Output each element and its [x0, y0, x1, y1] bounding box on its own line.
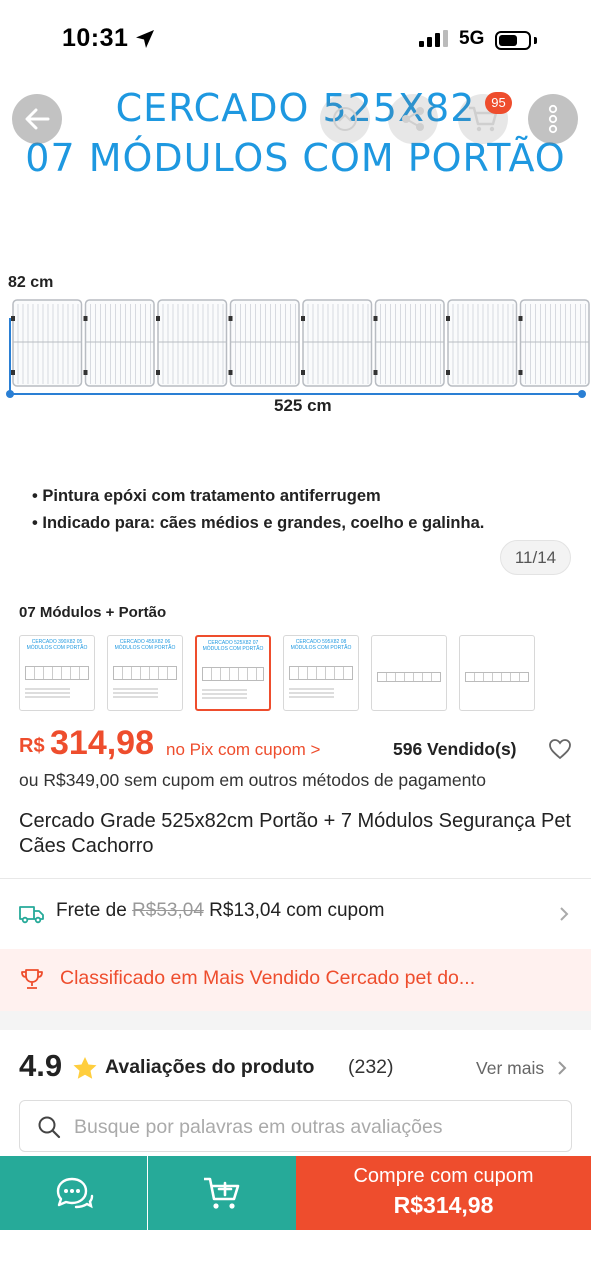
thumbnail-caption: CERCADO 390X82 05 MÓDULOS COM PORTÃO: [26, 639, 88, 651]
fence-clip: [156, 316, 160, 321]
add-to-cart-button[interactable]: [148, 1156, 296, 1230]
fence-clip: [518, 370, 523, 375]
variant-selected-label: 07 Módulos + Portão: [19, 604, 167, 621]
variant-thumbnail[interactable]: CERCADO 390X82 05 MÓDULOS COM PORTÃO: [19, 635, 95, 711]
buy-button-label: Compre com cupom: [353, 1165, 534, 1187]
fence-clip: [11, 370, 15, 375]
width-dimension-label: 525 cm: [274, 396, 332, 415]
signal-icon: [419, 30, 448, 47]
share-social-icon: [333, 107, 357, 131]
shipping-new-price: R$13,04 com cupom: [209, 900, 385, 921]
feature-bullets: Pintura epóxi com tratamento antiferruge…: [32, 487, 484, 541]
share-icon: [402, 107, 424, 131]
see-more-link[interactable]: Ver mais: [476, 1058, 544, 1079]
fence-clip: [518, 316, 523, 321]
sold-count: 596 Vendido(s): [393, 739, 517, 759]
fence-clip: [83, 316, 88, 321]
fence-clip: [83, 370, 88, 375]
rating-value: 4.9: [19, 1048, 63, 1083]
dimension-dot: [6, 390, 14, 398]
image-title-line2: 07 MÓDULOS COM PORTÃO: [25, 136, 566, 180]
cart-badge: 95: [485, 92, 512, 114]
fence-clip: [373, 316, 378, 321]
review-search-input[interactable]: [74, 1113, 554, 1141]
alternative-price: ou R$349,00 sem cupom em outros métodos …: [19, 770, 486, 790]
thumbnail-caption: CERCADO 525X82 07 MÓDULOS COM PORTÃO: [202, 640, 264, 652]
add-to-cart-icon: [204, 1177, 240, 1209]
price-value: 314,98: [50, 724, 154, 762]
variant-thumbnails: CERCADO 390X82 05 MÓDULOS COM PORTÃO CER…: [19, 635, 535, 711]
variant-thumbnail[interactable]: [371, 635, 447, 711]
fence-clip: [301, 316, 305, 321]
image-counter: 11/14: [500, 540, 571, 575]
variant-thumbnail[interactable]: CERCADO 595X82 08 MÓDULOS COM PORTÃO: [283, 635, 359, 711]
thumbnail-caption: CERCADO 595X82 08 MÓDULOS COM PORTÃO: [290, 639, 352, 651]
reviews-label: Avaliações do produto: [105, 1056, 315, 1078]
variant-thumbnail[interactable]: CERCADO 455X82 06 MÓDULOS COM PORTÃO: [107, 635, 183, 711]
fence-clip: [11, 316, 15, 321]
home-indicator-area: [0, 1230, 591, 1280]
battery-icon: [495, 31, 531, 50]
battery-tip: [534, 37, 537, 44]
shipping-text: Frete de R$53,04 R$13,04 com cupom: [56, 900, 385, 922]
buy-button-price: R$314,98: [393, 1192, 494, 1218]
chevron-right-icon: [558, 1061, 567, 1075]
fence-illustration: [6, 299, 590, 398]
network-type: 5G: [459, 28, 485, 49]
chat-icon: [56, 1177, 93, 1209]
pix-coupon-link[interactable]: no Pix com cupom >: [166, 740, 321, 760]
shipping-old-price: R$53,04: [132, 900, 204, 921]
fence-clip: [156, 370, 160, 375]
divider: [0, 878, 591, 879]
chevron-right-icon: [560, 907, 569, 921]
chat-button[interactable]: [0, 1156, 147, 1230]
truck-icon: [19, 906, 44, 924]
fence-clip: [373, 370, 378, 375]
fence-clip: [301, 370, 305, 375]
bottom-action-bar: Compre com cupom R$314,98: [0, 1156, 591, 1230]
more-vertical-icon: [548, 104, 558, 134]
fence-clip: [446, 316, 450, 321]
feature-bullet: Indicado para: cães médios e grandes, co…: [32, 514, 484, 533]
fence-clip: [228, 316, 233, 321]
height-dimension-label: 82 cm: [8, 274, 54, 291]
arrow-left-icon: [25, 108, 50, 130]
thumbnail-caption: CERCADO 455X82 06 MÓDULOS COM PORTÃO: [114, 639, 176, 651]
shipping-prefix: Frete de: [56, 900, 127, 921]
variant-thumbnail-selected[interactable]: CERCADO 525X82 07 MÓDULOS COM PORTÃO: [195, 635, 271, 711]
favorite-heart-icon[interactable]: [548, 738, 572, 760]
product-title: Cercado Grade 525x82cm Portão + 7 Módulo…: [19, 810, 571, 857]
price-currency: R$: [19, 735, 45, 757]
ranking-text: Classificado em Mais Vendido Cercado pet…: [60, 967, 476, 989]
fence-clip: [446, 370, 450, 375]
share-button[interactable]: [388, 94, 438, 144]
trophy-icon: [21, 969, 43, 989]
share-social-button[interactable]: [320, 94, 370, 144]
reviews-count: (232): [348, 1056, 394, 1078]
status-bar: 10:31 5G: [0, 0, 591, 80]
location-arrow-icon: [136, 30, 154, 48]
more-options-button[interactable]: [528, 94, 578, 144]
section-gap: [0, 1011, 591, 1030]
status-time: 10:31: [62, 24, 129, 52]
dimension-dot: [578, 390, 586, 398]
feature-bullet: Pintura epóxi com tratamento antiferruge…: [32, 487, 484, 506]
star-icon: [73, 1057, 97, 1079]
review-search-box[interactable]: [19, 1100, 572, 1152]
search-icon: [38, 1116, 61, 1139]
shipping-row[interactable]: Frete de R$53,04 R$13,04 com cupom: [0, 880, 591, 946]
fence-clip: [228, 370, 233, 375]
ranking-banner[interactable]: Classificado em Mais Vendido Cercado pet…: [0, 949, 591, 1011]
back-button[interactable]: [12, 94, 62, 144]
variant-thumbnail[interactable]: [459, 635, 535, 711]
buy-with-coupon-button[interactable]: Compre com cupom R$314,98: [296, 1156, 591, 1230]
